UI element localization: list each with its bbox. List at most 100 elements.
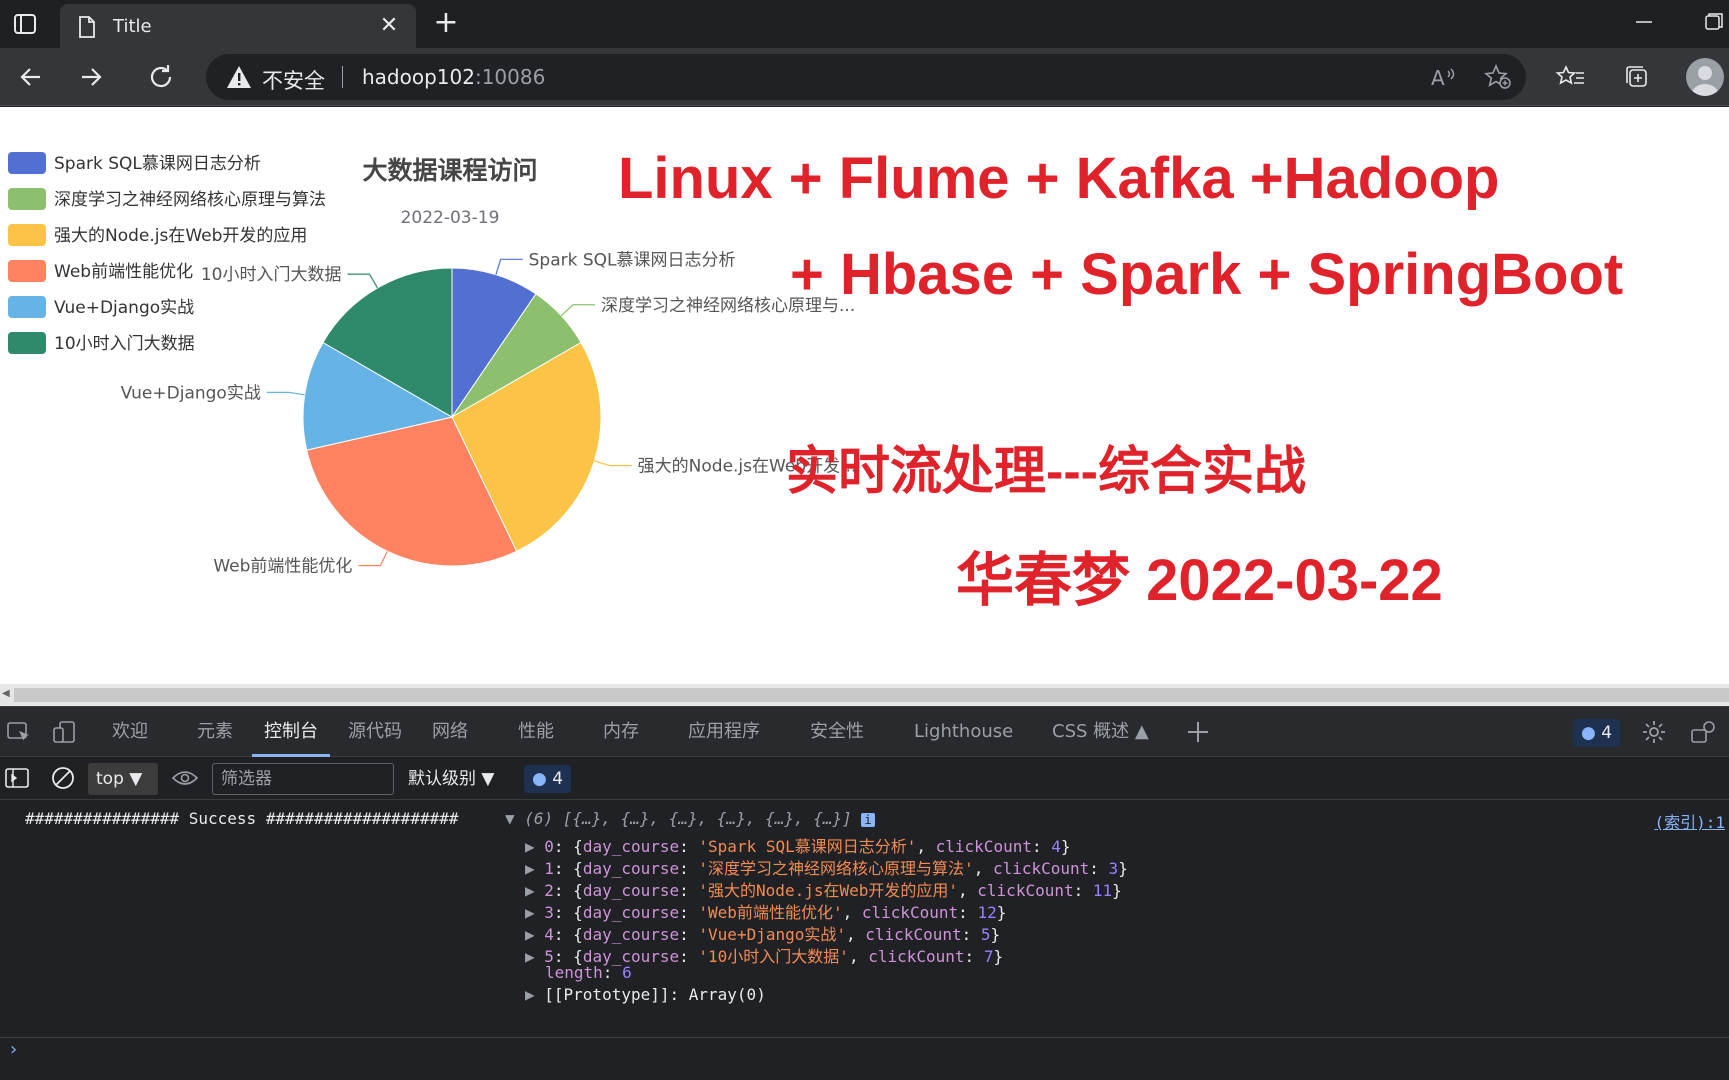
- tab-actions-icon[interactable]: [10, 10, 40, 38]
- security-status[interactable]: 不安全: [262, 65, 325, 95]
- tab-console[interactable]: 控制台: [252, 707, 330, 757]
- address-separator: [342, 66, 343, 88]
- console-entry[interactable]: ▶ 4: {day_course: 'Vue+Django实战', clickC…: [525, 921, 1000, 945]
- back-icon[interactable]: [12, 58, 50, 96]
- reload-icon[interactable]: [143, 58, 181, 96]
- legend-item-label[interactable]: Spark SQL慕课网日志分析: [54, 154, 261, 174]
- entry-course-value: 'Web前端性能优化': [698, 903, 843, 922]
- tab-close-icon[interactable]: ✕: [376, 13, 402, 39]
- settings-icon[interactable]: [1639, 718, 1669, 746]
- browser-tab[interactable]: Title ✕: [60, 4, 416, 48]
- browser-window: Title ✕ + 不安全 hadoop102:10086 A 大数据课程访问 …: [0, 0, 1729, 1080]
- legend-swatch[interactable]: [8, 224, 46, 246]
- legend-item-label[interactable]: 强大的Node.js在Web开发的应用: [54, 226, 307, 246]
- address-bar[interactable]: 不安全 hadoop102:10086 A: [206, 54, 1526, 100]
- console-entry[interactable]: ▶ 3: {day_course: 'Web前端性能优化', clickCoun…: [525, 899, 1006, 923]
- array-length: length: 6: [545, 963, 632, 982]
- title-bar: Title ✕ +: [0, 0, 1729, 48]
- expand-icon: ▶: [525, 903, 545, 922]
- tab-css-overview[interactable]: CSS 概述 ▲: [1052, 707, 1149, 757]
- overlay-tech-stack-line1: Linux + Flume + Kafka +Hadoop: [618, 146, 1500, 211]
- entry-count-value: 7: [983, 947, 994, 966]
- read-aloud-icon[interactable]: A: [1428, 63, 1458, 91]
- legend-swatch[interactable]: [8, 260, 46, 282]
- svg-text:A: A: [1431, 66, 1445, 90]
- console-sidebar-icon[interactable]: [2, 764, 32, 792]
- legend-swatch[interactable]: [8, 152, 46, 174]
- horizontal-scrollbar[interactable]: ◀: [0, 684, 1729, 706]
- label-leader-line: [347, 273, 379, 289]
- tab-application[interactable]: 应用程序: [688, 707, 760, 757]
- issues-badge[interactable]: ● 4: [1573, 719, 1621, 747]
- customize-devtools-icon[interactable]: [1688, 718, 1718, 746]
- entry-count-value: 12: [977, 903, 997, 922]
- message-icon: ●: [532, 769, 547, 789]
- entry-key: day_course: [582, 903, 680, 922]
- entry-course-value: '深度学习之神经网络核心原理与算法': [698, 859, 974, 878]
- log-level-selector[interactable]: 默认级别 ▼: [408, 763, 494, 795]
- chart-legend[interactable]: Spark SQL慕课网日志分析深度学习之神经网络核心原理与算法强大的Node.…: [8, 152, 326, 354]
- expand-icon: ▶: [525, 881, 545, 900]
- console-prompt-icon[interactable]: ›: [8, 1039, 19, 1060]
- forward-icon[interactable]: [72, 58, 110, 96]
- inspect-element-icon[interactable]: [4, 718, 34, 746]
- entry-key: day_course: [582, 881, 680, 900]
- expand-icon: ▶: [525, 947, 545, 966]
- overlay-tech-stack-line2: + Hbase + Spark + SpringBoot: [790, 242, 1624, 307]
- legend-swatch[interactable]: [8, 332, 46, 354]
- avatar[interactable]: [1686, 58, 1724, 96]
- collections-icon[interactable]: [1618, 58, 1656, 96]
- legend-item-label[interactable]: 10小时入门大数据: [54, 334, 195, 354]
- source-link[interactable]: (索引):1: [1654, 809, 1725, 833]
- message-count-badge[interactable]: ● 4: [524, 765, 572, 793]
- slice-label: Spark SQL慕课网日志分析: [529, 250, 736, 270]
- console-array-summary[interactable]: ▼ (6) [{…}, {…}, {…}, {…}, {…}, {…}] i: [505, 809, 875, 828]
- scrollbar-thumb[interactable]: [14, 688, 1729, 702]
- legend-item-label[interactable]: Vue+Django实战: [54, 298, 194, 318]
- label-leader-line: [266, 391, 305, 396]
- tab-memory[interactable]: 内存: [603, 707, 639, 757]
- entry-index: 1: [544, 859, 554, 878]
- console-log-prefix: ################ Success ###############…: [25, 809, 459, 828]
- restore-icon[interactable]: [1700, 8, 1728, 36]
- context-selector[interactable]: top ▼: [88, 763, 158, 795]
- filter-input[interactable]: [212, 763, 394, 795]
- new-tab-button[interactable]: +: [430, 8, 462, 40]
- legend-item-label[interactable]: 深度学习之神经网络核心原理与算法: [54, 190, 326, 210]
- add-favorite-icon[interactable]: [1483, 63, 1513, 91]
- entry-course-value: '强大的Node.js在Web开发的应用': [698, 881, 959, 900]
- page-icon: [78, 16, 96, 42]
- tab-security[interactable]: 安全性: [810, 707, 864, 757]
- clear-console-icon[interactable]: [48, 764, 78, 792]
- entry-key: clickCount: [977, 881, 1074, 900]
- label-leader-line: [560, 304, 595, 317]
- device-emulation-icon[interactable]: [50, 718, 80, 746]
- more-tools-icon[interactable]: [1183, 718, 1213, 746]
- info-icon: i: [861, 813, 875, 827]
- label-leader-line: [358, 550, 388, 567]
- console-entry[interactable]: ▶ 1: {day_course: '深度学习之神经网络核心原理与算法', cl…: [525, 855, 1128, 879]
- tab-welcome[interactable]: 欢迎: [112, 707, 148, 757]
- tab-elements[interactable]: 元素: [197, 707, 233, 757]
- tab-sources[interactable]: 源代码: [348, 707, 402, 757]
- minimize-icon[interactable]: [1630, 8, 1658, 36]
- console-output: ################ Success ###############…: [0, 801, 1729, 1080]
- slice-label: Web前端性能优化: [213, 557, 352, 577]
- tab-network[interactable]: 网络: [432, 707, 468, 757]
- console-entry[interactable]: ▶ 2: {day_course: '强大的Node.js在Web开发的应用',…: [525, 877, 1122, 901]
- tab-performance[interactable]: 性能: [518, 707, 554, 757]
- message-icon: ●: [1581, 723, 1596, 743]
- legend-swatch[interactable]: [8, 188, 46, 210]
- array-prototype[interactable]: ▶ [[Prototype]]: Array(0): [525, 985, 766, 1004]
- console-entry[interactable]: ▶ 0: {day_course: 'Spark SQL慕课网日志分析', cl…: [525, 833, 1071, 857]
- chevron-down-icon: ▼: [129, 769, 143, 789]
- live-expression-icon[interactable]: [170, 764, 200, 792]
- warning-icon[interactable]: [226, 65, 252, 93]
- scroll-left-icon[interactable]: ◀: [2, 688, 10, 699]
- tab-lighthouse[interactable]: Lighthouse: [914, 707, 1013, 757]
- legend-item-label[interactable]: Web前端性能优化: [54, 262, 193, 282]
- entry-key: clickCount: [992, 859, 1090, 878]
- url-text[interactable]: hadoop102:10086: [362, 65, 545, 89]
- favorites-icon[interactable]: [1552, 58, 1590, 96]
- legend-swatch[interactable]: [8, 296, 46, 318]
